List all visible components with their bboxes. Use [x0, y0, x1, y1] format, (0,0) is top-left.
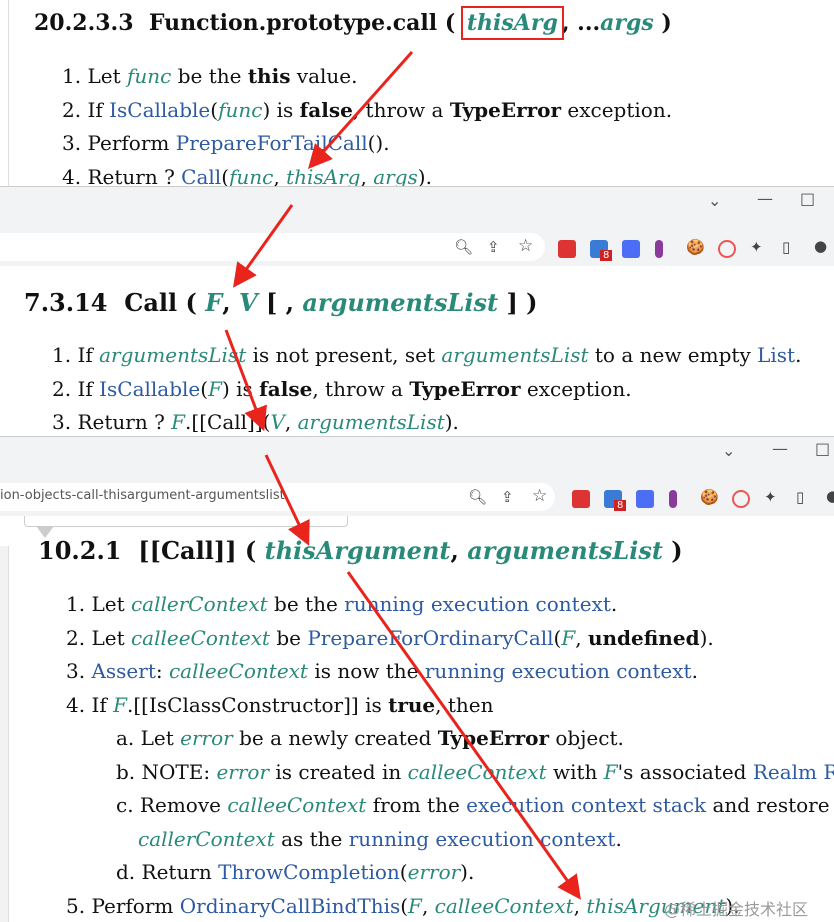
arrow-to-v-param	[224, 329, 267, 432]
arrow-thisarg-to-call	[308, 51, 414, 169]
annotation-arrows	[224, 51, 581, 900]
arrow-into-ordinary-call	[264, 454, 310, 546]
arrow-to-thisargument-use	[346, 571, 581, 900]
arrow-into-call-section	[233, 204, 294, 288]
